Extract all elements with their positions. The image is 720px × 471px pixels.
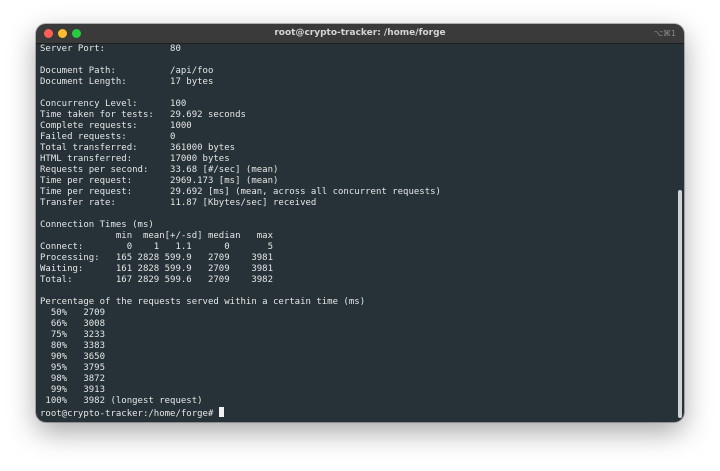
terminal-line: 75% 3233 — [40, 330, 106, 340]
terminal-line: Time per request: 2969.173 [ms] (mean) — [40, 176, 279, 186]
terminal-line: 100% 3982 (longest request) — [40, 396, 203, 406]
terminal-line: Connection Times (ms) — [40, 220, 154, 230]
terminal-line: Waiting: 161 2828 599.9 2709 3981 — [40, 264, 273, 274]
terminal-line: Failed requests: 0 — [40, 132, 176, 142]
window-title: root@crypto-tracker: /home/forge — [274, 28, 446, 38]
terminal-line: Total transferred: 361000 bytes — [40, 143, 236, 153]
text-cursor — [218, 407, 224, 417]
shell-prompt-line[interactable]: root@crypto-tracker:/home/forge# — [40, 407, 672, 419]
scrollbar-thumb[interactable] — [678, 190, 682, 418]
terminal-line: Time taken for tests: 29.692 seconds — [40, 110, 246, 120]
terminal-line: Requests per second: 33.68 [#/sec] (mean… — [40, 165, 279, 175]
terminal-line: Server Port: 80 — [40, 44, 181, 54]
terminal-line: 80% 3383 — [40, 341, 106, 351]
terminal-line: Document Length: 17 bytes — [40, 77, 214, 87]
window-shortcut: ⌥⌘1 — [653, 29, 676, 38]
shell-prompt: root@crypto-tracker:/home/forge# — [40, 409, 219, 419]
terminal-window[interactable]: root@crypto-tracker: /home/forge ⌥⌘1 Ser… — [36, 24, 684, 422]
terminal-line: 98% 3872 — [40, 374, 106, 384]
terminal-line: 50% 2709 — [40, 308, 106, 318]
terminal-line: Percentage of the requests served within… — [40, 297, 366, 307]
title-bar[interactable]: root@crypto-tracker: /home/forge ⌥⌘1 — [36, 24, 684, 44]
terminal-line: HTML transferred: 17000 bytes — [40, 154, 230, 164]
terminal-line: 99% 3913 — [40, 385, 106, 395]
terminal-line: 95% 3795 — [40, 363, 106, 373]
terminal-line: Total: 167 2829 599.6 2709 3982 — [40, 275, 273, 285]
terminal-line: Connect: 0 1 1.1 0 5 — [40, 242, 273, 252]
terminal-line: min mean[+/-sd] median max — [40, 231, 273, 241]
terminal-line: Processing: 165 2828 599.9 2709 3981 — [40, 253, 273, 263]
terminal-line: Time per request: 29.692 [ms] (mean, acr… — [40, 187, 441, 197]
terminal-line: Transfer rate: 11.87 [Kbytes/sec] receiv… — [40, 198, 317, 208]
terminal-line: 66% 3008 — [40, 319, 106, 329]
terminal-line: Concurrency Level: 100 — [40, 99, 187, 109]
terminal-output[interactable]: Server Port: 80 Document Path: /api/foo Do… — [36, 44, 676, 422]
terminal-line: Document Path: /api/foo — [40, 66, 214, 76]
terminal-line: Complete requests: 1000 — [40, 121, 192, 131]
terminal-line: 90% 3650 — [40, 352, 106, 362]
